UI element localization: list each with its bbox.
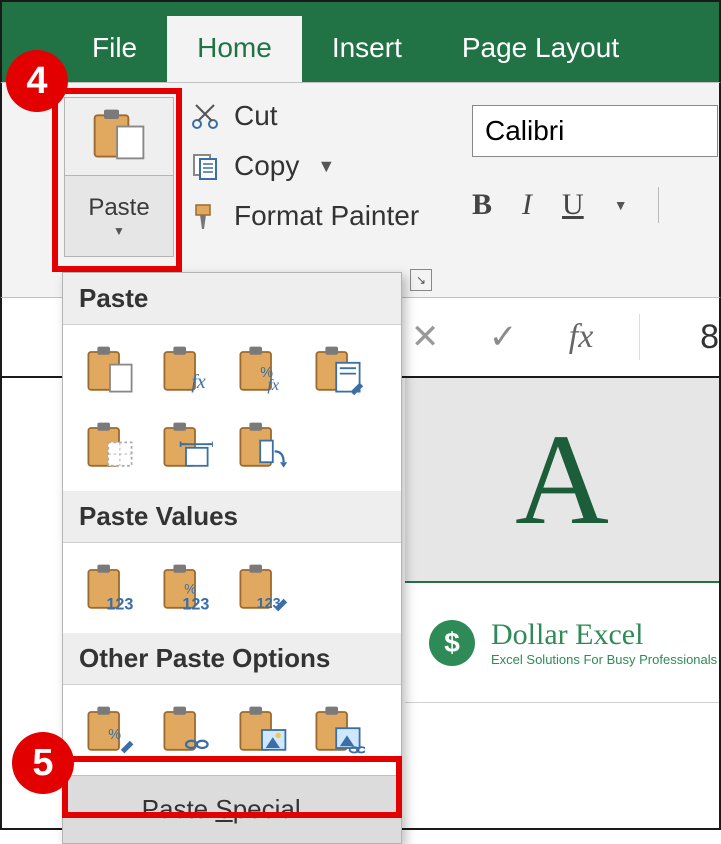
paste-option-formulas-number-formatting[interactable]: %fx [231,339,293,401]
paste-option-keep-column-widths[interactable] [155,415,217,477]
brand-subtitle: Excel Solutions For Busy Professionals [491,652,717,667]
clipboard-group: Cut Copy ▼ Format Pai [188,99,419,233]
paste-label: Paste [88,194,149,222]
paste-section-header: Paste [63,273,401,325]
column-header-a[interactable]: A [405,378,719,583]
paste-option-paste-link[interactable] [155,699,217,761]
cut-button[interactable]: Cut [188,99,419,133]
copy-icon [188,149,222,183]
paste-button-top[interactable] [65,98,173,176]
scissors-icon [188,99,222,133]
paste-dropdown-menu: Paste fx %fx Paste Values 123 %123 [62,272,402,844]
ribbon-home-panel: Paste ▼ Cut [0,82,721,298]
chevron-down-icon: ▼ [317,156,335,177]
tab-home[interactable]: Home [167,16,302,82]
other-paste-section-header: Other Paste Options [63,633,401,685]
paste-option-transpose[interactable] [231,415,293,477]
svg-text:%: % [108,727,121,743]
cut-label: Cut [234,100,278,132]
font-group: Calibri B I U ▼ [472,105,717,223]
paste-special-prefix: Paste [142,794,216,824]
separator [639,314,640,360]
chevron-down-icon[interactable]: ▼ [614,197,628,213]
paste-option-keep-source-formatting[interactable] [307,339,369,401]
tab-file[interactable]: File [62,16,167,82]
brand-title: Dollar Excel [491,618,717,652]
paste-special-menu-item[interactable]: Paste Special... [63,775,401,843]
clipboard-dialog-launcher[interactable]: ↘ [410,269,432,291]
paste-option-picture[interactable] [231,699,293,761]
paste-option-linked-picture[interactable] [307,699,369,761]
paste-option-formulas[interactable]: fx [155,339,217,401]
chevron-down-icon: ▼ [113,224,125,238]
italic-button[interactable]: I [522,188,532,222]
fx-icon[interactable]: fx [561,318,601,356]
column-letter: A [515,405,609,555]
paste-special-suffix: pecial... [233,794,323,824]
font-name-combobox[interactable]: Calibri [472,105,718,157]
svg-text:123: 123 [106,596,133,614]
paste-values-section-header: Paste Values [63,491,401,543]
paste-option-formatting[interactable]: % [79,699,141,761]
clipboard-icon [89,107,149,166]
paste-button-dropdown[interactable]: Paste ▼ [65,176,173,256]
font-name-value: Calibri [485,115,564,147]
underline-button[interactable]: U [562,188,584,222]
format-painter-label: Format Painter [234,200,419,232]
cell-a1[interactable]: $ Dollar Excel Excel Solutions For Busy … [405,583,719,703]
ribbon-tab-strip: File Home Insert Page Layout [0,0,721,82]
paste-option-no-borders[interactable] [79,415,141,477]
formula-bar-value[interactable]: 8 [700,318,719,357]
paste-special-hotkey: S [215,794,232,824]
cancel-icon[interactable]: ✕ [405,317,445,357]
paste-option-values[interactable]: 123 [79,557,141,619]
callout-badge-4: 4 [6,50,68,112]
paintbrush-icon [188,199,222,233]
svg-text:123: 123 [182,596,209,614]
svg-text:fx: fx [191,371,205,393]
format-painter-button[interactable]: Format Painter [188,199,419,233]
paste-option-values-number-formatting[interactable]: %123 [155,557,217,619]
svg-text:fx: fx [267,376,279,394]
tab-page-layout[interactable]: Page Layout [432,16,649,82]
dollar-logo-icon: $ [429,620,475,666]
svg-text:%: % [184,581,196,596]
copy-label: Copy [234,150,299,182]
bold-button[interactable]: B [472,188,492,222]
callout-badge-5: 5 [12,732,74,794]
separator [658,187,659,223]
paste-option-values-source-formatting[interactable]: 123 [231,557,293,619]
tab-insert[interactable]: Insert [302,16,432,82]
paste-split-button[interactable]: Paste ▼ [64,97,174,257]
brand-text: Dollar Excel Excel Solutions For Busy Pr… [491,618,717,667]
copy-button[interactable]: Copy ▼ [188,149,419,183]
enter-icon[interactable]: ✓ [483,317,523,357]
paste-option-paste[interactable] [79,339,141,401]
